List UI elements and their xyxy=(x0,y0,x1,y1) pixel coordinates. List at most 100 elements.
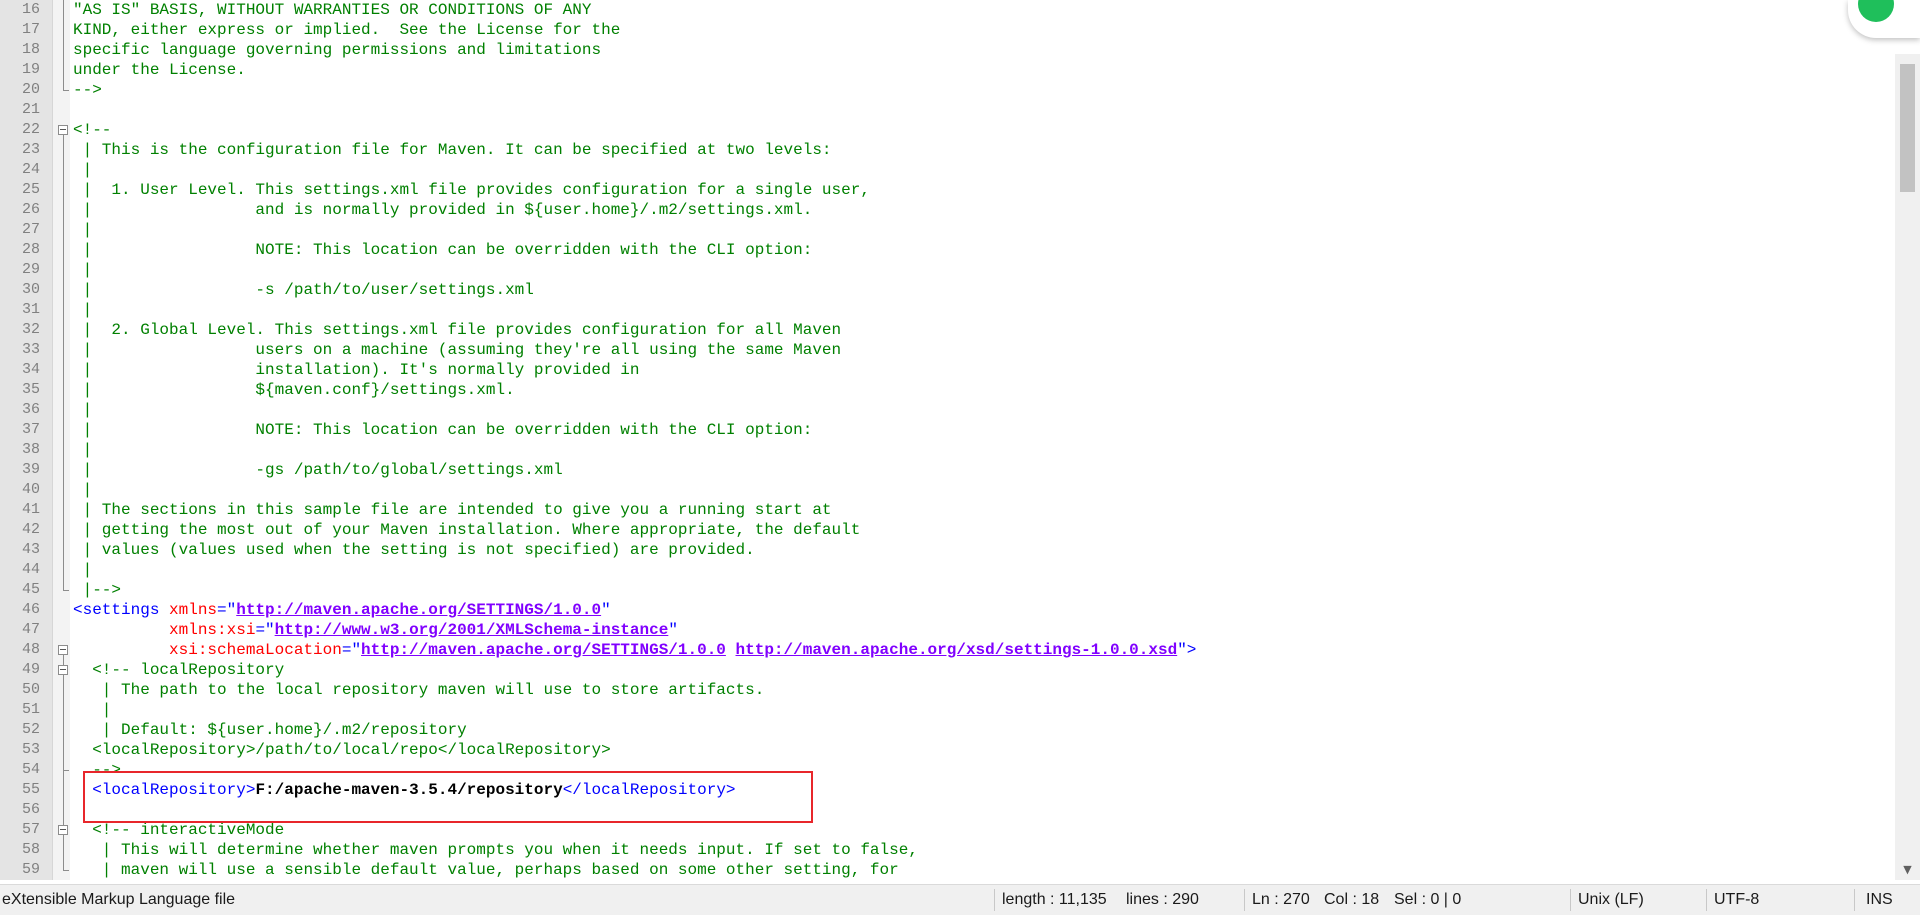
line-number: 54 xyxy=(21,761,40,778)
code-text: | xyxy=(73,480,93,500)
code-token[interactable]: http://maven.apache.org/SETTINGS/1.0.0 xyxy=(361,641,726,659)
code-line[interactable]: 17 KIND, either express or implied. See t… xyxy=(0,20,1895,40)
code-token: <!-- interactiveMode xyxy=(73,821,285,839)
code-line[interactable]: 24 | xyxy=(0,160,1895,180)
encoding-indicator[interactable]: UTF-8 xyxy=(1714,891,1759,909)
code-line[interactable]: 31 | xyxy=(0,300,1895,320)
code-line[interactable]: 52 | Default: ${user.home}/.m2/repositor… xyxy=(0,720,1895,740)
code-token: | xyxy=(73,401,93,419)
line-number: 44 xyxy=(21,561,40,578)
network-overlay-widget[interactable] xyxy=(1848,0,1920,38)
code-text: | Default: ${user.home}/.m2/repository xyxy=(73,720,467,740)
code-line[interactable]: 39 | -gs /path/to/global/settings.xml xyxy=(0,460,1895,480)
eol-format-indicator[interactable]: Unix (LF) xyxy=(1578,891,1644,909)
code-token: | xyxy=(73,701,112,719)
code-line[interactable]: 53 <localRepository>/path/to/local/repo<… xyxy=(0,740,1895,760)
line-number: 21 xyxy=(21,101,40,118)
line-number: 50 xyxy=(21,681,40,698)
code-line[interactable]: 41 | The sections in this sample file ar… xyxy=(0,500,1895,520)
code-token: | This will determine whether maven prom… xyxy=(73,841,918,859)
scrollbar-thumb[interactable] xyxy=(1900,64,1915,192)
line-number: 39 xyxy=(21,461,40,478)
line-number: 53 xyxy=(21,741,40,758)
code-line[interactable]: 21 xyxy=(0,100,1895,120)
code-token: | xyxy=(73,261,93,279)
line-number: 22 xyxy=(21,121,40,138)
code-line[interactable]: 38 | xyxy=(0,440,1895,460)
line-number: 46 xyxy=(21,601,40,618)
lines-indicator: lines : 290 xyxy=(1126,891,1199,908)
selection-indicator: Sel : 0 | 0 xyxy=(1394,891,1462,908)
status-divider xyxy=(994,889,995,911)
code-text: | ${maven.conf}/settings.xml. xyxy=(73,380,515,400)
code-line[interactable]: 33 | users on a machine (assuming they'r… xyxy=(0,340,1895,360)
code-line[interactable]: 44 | xyxy=(0,560,1895,580)
code-line[interactable]: 49 <!-- localRepository xyxy=(0,660,1895,680)
code-line[interactable]: 28 | NOTE: This location can be overridd… xyxy=(0,240,1895,260)
code-token: xsi:schemaLocation xyxy=(169,641,342,659)
code-line[interactable]: 42 | getting the most out of your Maven … xyxy=(0,520,1895,540)
code-line[interactable]: 20 --> xyxy=(0,80,1895,100)
line-number: 55 xyxy=(21,781,40,798)
code-line[interactable]: 36 | xyxy=(0,400,1895,420)
code-text: | xyxy=(73,160,93,180)
code-line[interactable]: 35 | ${maven.conf}/settings.xml. xyxy=(0,380,1895,400)
line-number: 57 xyxy=(21,821,40,838)
line-number: 38 xyxy=(21,441,40,458)
code-token[interactable]: http://www.w3.org/2001/XMLSchema-instanc… xyxy=(275,621,669,639)
code-line[interactable]: 58 | This will determine whether maven p… xyxy=(0,840,1895,860)
code-text: | getting the most out of your Maven ins… xyxy=(73,520,861,540)
scroll-down-arrow-icon[interactable]: ▼ xyxy=(1895,860,1920,880)
code-line[interactable]: 22 <!-- xyxy=(0,120,1895,140)
code-line[interactable]: 25 | 1. User Level. This settings.xml fi… xyxy=(0,180,1895,200)
code-line[interactable]: 45 |--> xyxy=(0,580,1895,600)
code-line[interactable]: 26 | and is normally provided in ${user.… xyxy=(0,200,1895,220)
line-number: 16 xyxy=(21,1,40,18)
line-number: 59 xyxy=(21,861,40,878)
code-line[interactable]: 51 | xyxy=(0,700,1895,720)
code-editor[interactable]: 16 "AS IS" BASIS, WITHOUT WARRANTIES OR C… xyxy=(0,0,1920,880)
code-line[interactable]: 43 | values (values used when the settin… xyxy=(0,540,1895,560)
line-number: 45 xyxy=(21,581,40,598)
code-line[interactable]: 27 | xyxy=(0,220,1895,240)
code-text: | 1. User Level. This settings.xml file … xyxy=(73,180,870,200)
code-line[interactable]: 57 <!-- interactiveMode xyxy=(0,820,1895,840)
code-line[interactable]: 32 | 2. Global Level. This settings.xml … xyxy=(0,320,1895,340)
file-type-label: eXtensible Markup Language file xyxy=(2,891,236,908)
code-line[interactable]: 29 | xyxy=(0,260,1895,280)
code-text: | xyxy=(73,700,112,720)
code-token: | users on a machine (assuming they're a… xyxy=(73,341,842,359)
code-text: | 2. Global Level. This settings.xml fil… xyxy=(73,320,842,340)
code-token: =" xyxy=(255,621,275,639)
code-line[interactable]: 23 | This is the configuration file for … xyxy=(0,140,1895,160)
line-number: 43 xyxy=(21,541,40,558)
code-line[interactable]: 34 | installation). It's normally provid… xyxy=(0,360,1895,380)
insert-mode-indicator[interactable]: INS xyxy=(1866,891,1893,909)
code-line[interactable]: 37 | NOTE: This location can be overridd… xyxy=(0,420,1895,440)
code-token[interactable]: http://maven.apache.org/SETTINGS/1.0.0 xyxy=(236,601,601,619)
code-text: | xyxy=(73,560,93,580)
code-line[interactable]: 48 xsi:schemaLocation="http://maven.apac… xyxy=(0,640,1895,660)
line-number: 17 xyxy=(21,21,40,38)
code-line[interactable]: 59 | maven will use a sensible default v… xyxy=(0,860,1895,880)
code-line[interactable]: 30 | -s /path/to/user/settings.xml xyxy=(0,280,1895,300)
code-line[interactable]: 19 under the License. xyxy=(0,60,1895,80)
code-line[interactable]: 40 | xyxy=(0,480,1895,500)
vertical-scrollbar[interactable]: ▼ xyxy=(1895,54,1920,880)
code-line[interactable]: 46 <settings xmlns="http://maven.apache.o… xyxy=(0,600,1895,620)
highlight-annotation-box xyxy=(83,771,813,823)
line-number: 30 xyxy=(21,281,40,298)
code-token: | and is normally provided in ${user.hom… xyxy=(73,201,813,219)
code-token: | xyxy=(73,301,93,319)
line-number: 36 xyxy=(21,401,40,418)
code-line[interactable]: 47 xmlns:xsi="http://www.w3.org/2001/XML… xyxy=(0,620,1895,640)
code-token[interactable]: http://maven.apache.org/xsd/settings-1.0… xyxy=(736,641,1178,659)
code-line[interactable]: 50 | The path to the local repository ma… xyxy=(0,680,1895,700)
code-line[interactable]: 18 specific language governing permission… xyxy=(0,40,1895,60)
status-divider xyxy=(1244,889,1245,911)
code-line[interactable]: 16 "AS IS" BASIS, WITHOUT WARRANTIES OR C… xyxy=(0,0,1895,20)
code-token: |--> xyxy=(73,581,122,599)
code-token: | xyxy=(73,481,93,499)
line-number: 52 xyxy=(21,721,40,738)
line-number: 40 xyxy=(21,481,40,498)
